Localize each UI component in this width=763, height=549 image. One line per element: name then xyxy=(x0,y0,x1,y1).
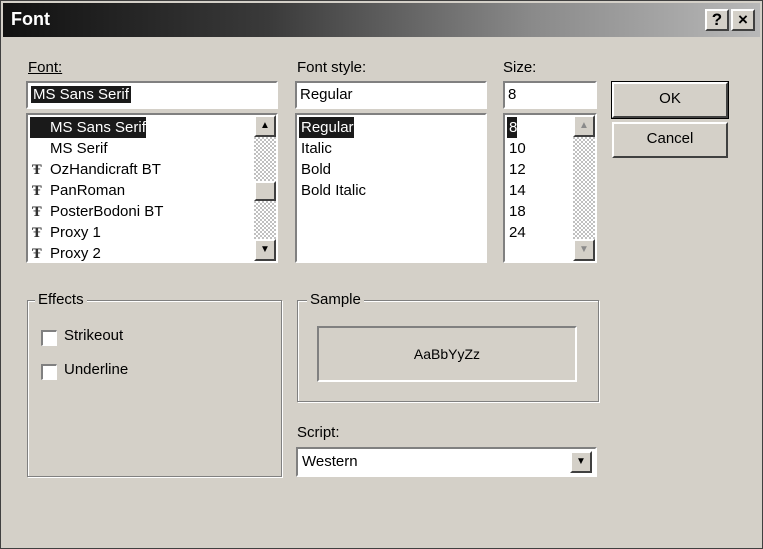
font-list-item-label: MS Serif xyxy=(50,140,108,157)
script-select-field[interactable]: Western xyxy=(296,447,597,477)
script-select[interactable]: Western ▼ xyxy=(296,447,597,477)
window-title: Font xyxy=(11,9,50,29)
sample-text: AaBbYyZz xyxy=(413,346,481,362)
font-style-list-item[interactable]: Italic xyxy=(299,138,332,159)
underline-label[interactable]: Underline xyxy=(64,361,128,378)
size-list-item[interactable]: 24 xyxy=(507,222,526,243)
font-style-list[interactable]: Regular Italic Bold Bold Italic xyxy=(295,113,487,263)
size-list-item[interactable]: 14 xyxy=(507,180,526,201)
font-list-item-label: MS Sans Serif xyxy=(50,119,146,136)
scroll-down-arrow-icon[interactable]: ▼ xyxy=(254,239,276,261)
font-list-item[interactable]: Ŧ Proxy 1 xyxy=(30,222,101,243)
truetype-icon: Ŧ xyxy=(32,184,42,199)
size-list-item-label: 12 xyxy=(509,161,526,178)
font-style-label: Font style: xyxy=(297,59,367,76)
font-list-item-label: Proxy 2 xyxy=(50,245,101,262)
font-name-value: MS Sans Serif xyxy=(31,86,131,103)
size-list-item[interactable]: 18 xyxy=(507,201,526,222)
size-list-item-label: 14 xyxy=(509,182,526,199)
size-list-item-label: 18 xyxy=(509,203,526,220)
font-label-text: Font: xyxy=(28,59,63,76)
size-label: Size: xyxy=(503,59,537,76)
close-button[interactable]: × xyxy=(731,9,755,31)
size-list[interactable]: 8 10 12 14 18 24 ▲ ▼ xyxy=(503,113,597,263)
font-label: Font: xyxy=(28,59,62,76)
effects-label: Effects xyxy=(35,291,87,308)
scroll-up-arrow-icon[interactable]: ▲ xyxy=(573,115,595,137)
strikeout-checkbox[interactable] xyxy=(41,330,57,346)
scroll-down-arrow-icon[interactable]: ▼ xyxy=(573,239,595,261)
truetype-icon: Ŧ xyxy=(32,205,42,220)
font-list-item-label: PanRoman xyxy=(50,182,126,199)
font-style-list-item[interactable]: Regular xyxy=(299,117,354,138)
script-value: Western xyxy=(302,453,358,470)
truetype-icon: Ŧ xyxy=(32,247,42,262)
cancel-button[interactable]: Cancel xyxy=(612,122,728,158)
font-list-scrollbar[interactable]: ▲ ▼ xyxy=(254,115,276,261)
font-list-item-label: PosterBodoni BT xyxy=(50,203,164,220)
title-bar[interactable]: Font ? × xyxy=(3,3,760,37)
scroll-up-arrow-icon[interactable]: ▲ xyxy=(254,115,276,137)
size-list-item[interactable]: 10 xyxy=(507,138,526,159)
truetype-icon: Ŧ xyxy=(32,226,42,241)
size-list-scrollbar[interactable]: ▲ ▼ xyxy=(573,115,595,261)
font-dialog: Font ? × Font: MS Sans Serif MS Sans Ser… xyxy=(0,0,763,549)
font-list-item[interactable]: Ŧ OzHandicraft BT xyxy=(30,159,161,180)
font-name-input[interactable]: MS Sans Serif xyxy=(26,81,278,109)
underline-checkbox[interactable] xyxy=(41,364,57,380)
font-list[interactable]: MS Sans Serif MS Serif Ŧ OzHandicraft BT Ŧ Pa… xyxy=(26,113,278,263)
font-list-item[interactable]: Ŧ PanRoman xyxy=(30,180,125,201)
scroll-thumb[interactable] xyxy=(254,181,276,201)
font-list-item[interactable]: Ŧ PosterBodoni BT xyxy=(30,201,163,222)
size-list-item-label: 24 xyxy=(509,224,526,241)
ok-button[interactable]: OK xyxy=(611,81,729,119)
strikeout-label[interactable]: Strikeout xyxy=(64,327,123,344)
font-style-input[interactable]: Regular xyxy=(295,81,487,109)
font-style-list-item-label: Italic xyxy=(301,140,332,157)
size-value: 8 xyxy=(508,86,517,103)
sample-preview: AaBbYyZz xyxy=(317,326,577,382)
font-list-item[interactable]: Ŧ Proxy 2 xyxy=(30,243,101,262)
font-style-value: Regular xyxy=(300,86,353,103)
sample-label: Sample xyxy=(307,291,364,308)
size-list-item[interactable]: 12 xyxy=(507,159,526,180)
font-list-item[interactable]: MS Serif xyxy=(30,138,108,159)
font-style-list-item[interactable]: Bold Italic xyxy=(299,180,366,201)
help-button[interactable]: ? xyxy=(705,9,729,31)
size-list-item[interactable]: 8 xyxy=(507,117,518,138)
dropdown-arrow-icon[interactable]: ▼ xyxy=(570,451,592,473)
font-list-item-label: Proxy 1 xyxy=(50,224,101,241)
font-style-list-item[interactable]: Bold xyxy=(299,159,331,180)
script-label: Script: xyxy=(297,424,340,441)
truetype-icon: Ŧ xyxy=(32,163,42,178)
size-list-item-label: 10 xyxy=(509,140,526,157)
size-input[interactable]: 8 xyxy=(503,81,597,109)
font-list-item-label: OzHandicraft BT xyxy=(50,161,161,178)
font-style-list-item-label: Regular xyxy=(301,119,354,136)
font-style-list-item-label: Bold xyxy=(301,161,332,178)
font-list-item[interactable]: MS Sans Serif xyxy=(30,117,146,138)
size-list-item-label: 8 xyxy=(509,119,518,136)
font-style-list-item-label: Bold Italic xyxy=(301,182,367,199)
